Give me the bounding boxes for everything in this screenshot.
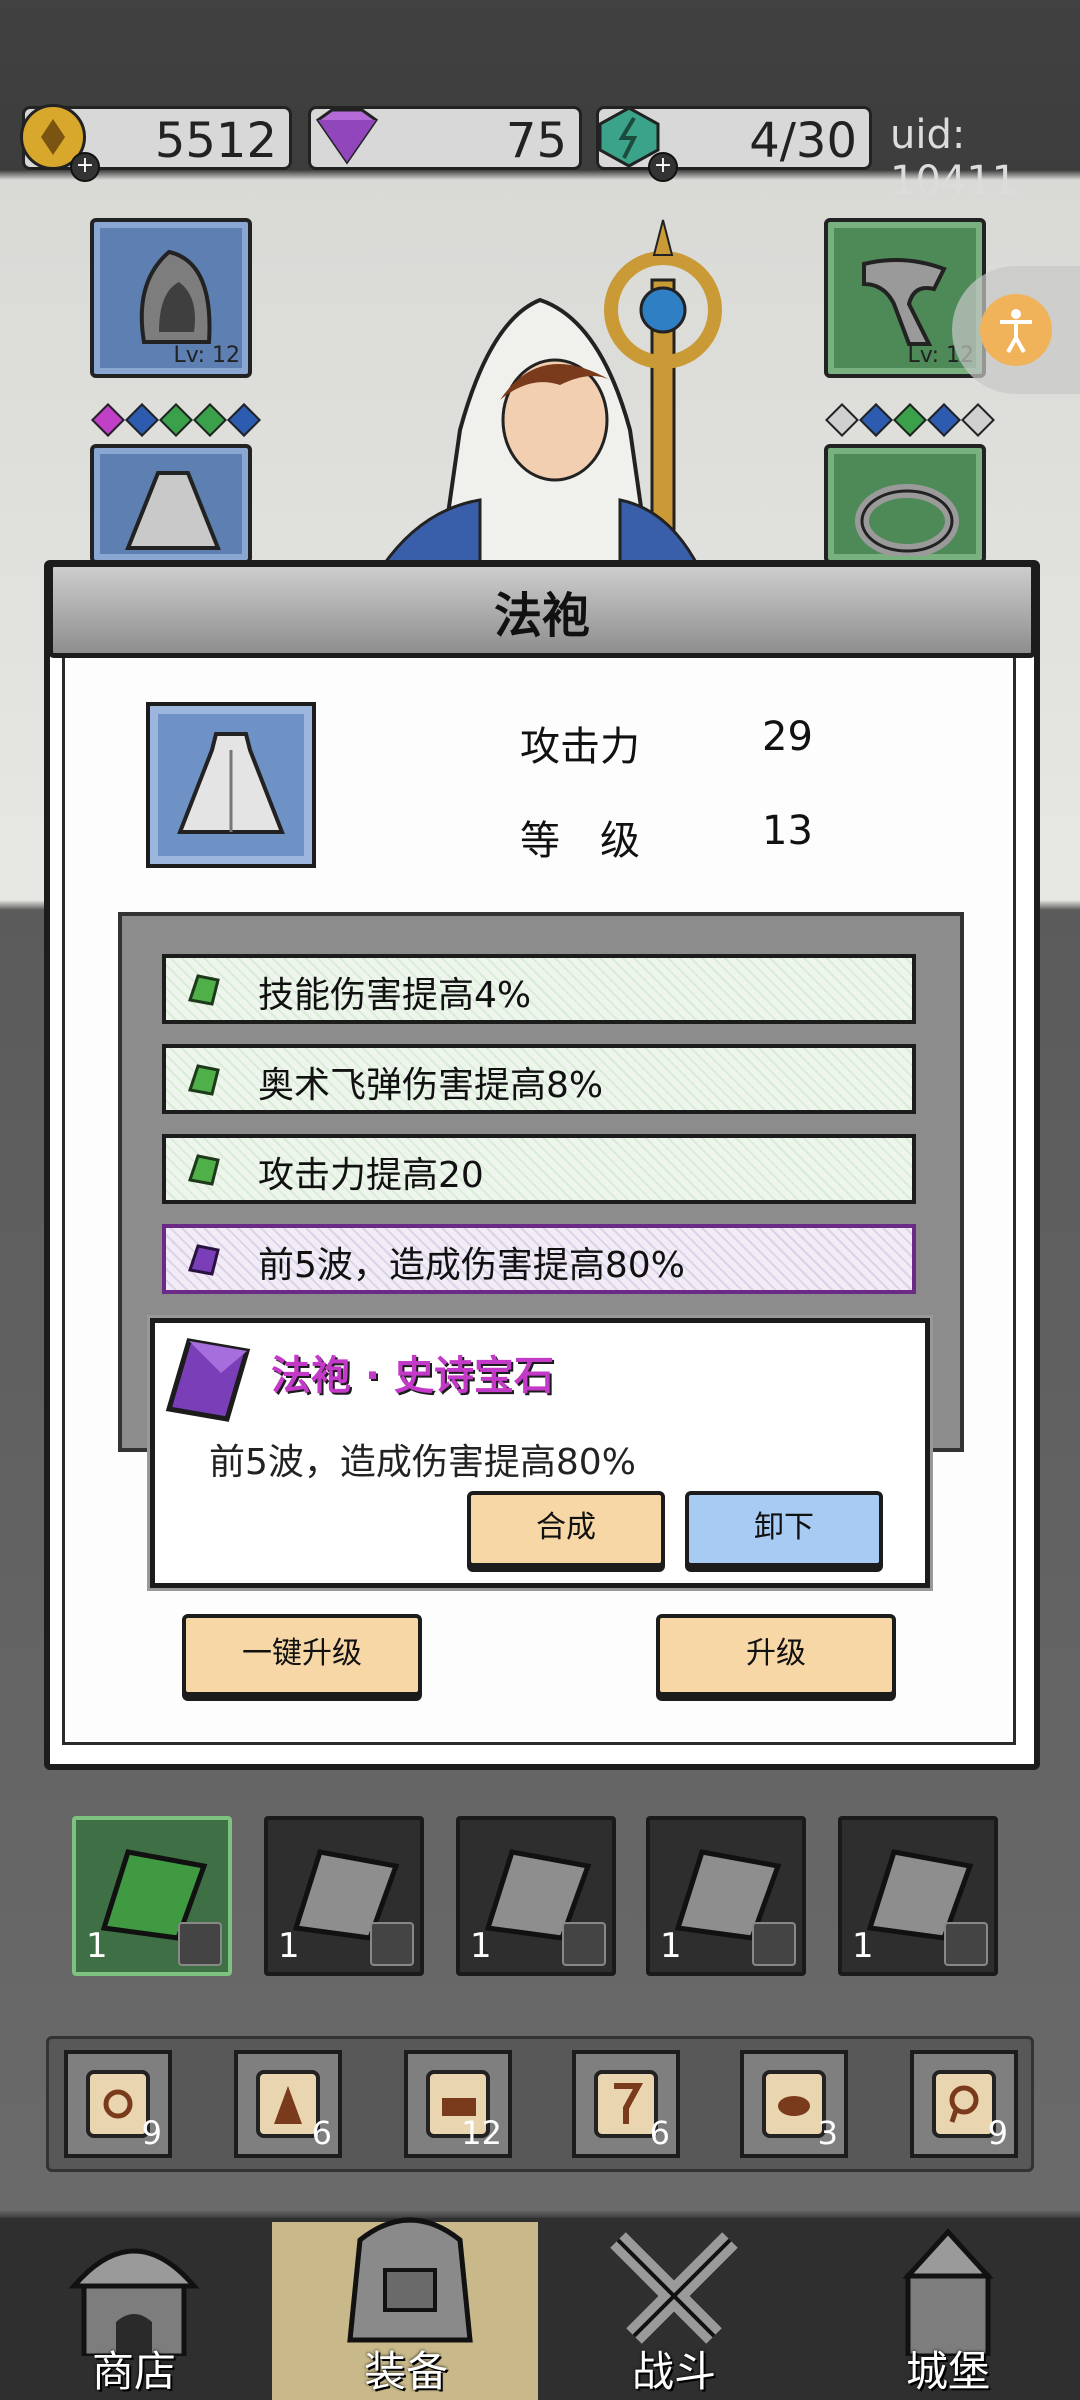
castle-icon: [902, 2228, 994, 2356]
nav-shop-label: 商店: [91, 2347, 176, 2396]
hood-type-icon: [370, 1922, 414, 1966]
gem-row[interactable]: 技能伤害提高4%: [162, 954, 916, 1024]
epic-gem-icon: [165, 1338, 251, 1422]
scroll-item[interactable]: 9: [910, 2050, 1018, 2158]
gem-tooltip: 法袍 · 史诗宝石 前5波，造成伤害提高80% 合成 卸下: [150, 1318, 930, 1588]
tooltip-title: 法袍 · 史诗宝石: [271, 1353, 555, 1399]
equip-level-label: Lv: 12: [173, 343, 240, 368]
hood-type-icon: [752, 1922, 796, 1966]
scroll-item[interactable]: 3: [740, 2050, 848, 2158]
shop-icon: [68, 2248, 200, 2356]
gem-socket-icon: [825, 403, 859, 437]
crossed-swords-icon: [610, 2232, 738, 2344]
green-gem-icon: [188, 1064, 220, 1096]
nav-battle-label: 战斗: [631, 2347, 716, 2396]
nav-equipment[interactable]: 装备: [316, 2200, 496, 2400]
robe-icon: [177, 732, 285, 834]
inventory-count: 1: [86, 1926, 108, 1966]
gem-effect-text: 攻击力提高20: [258, 1155, 484, 1196]
left-gem-sockets: [91, 403, 262, 437]
green-gem-icon: [188, 974, 220, 1006]
add-gold-plus-icon[interactable]: +: [70, 152, 100, 182]
combine-button[interactable]: 合成: [467, 1491, 665, 1567]
gem-effect-text: 技能伤害提高4%: [258, 975, 532, 1016]
ring-icon: [855, 484, 959, 556]
backpack-icon: [347, 2217, 473, 2343]
add-energy-plus-icon[interactable]: +: [648, 152, 678, 182]
scroll-count: 6: [311, 2114, 332, 2152]
scarf-icon: [862, 258, 947, 346]
accessibility-icon: [980, 294, 1052, 366]
scroll-count: 9: [141, 2114, 162, 2152]
gem-row-selected[interactable]: 前5波，造成伤害提高80%: [162, 1224, 916, 1294]
gem-socket-icon: [227, 403, 261, 437]
gem-socket-icon: [893, 403, 927, 437]
nav-shop[interactable]: 商店: [44, 2226, 224, 2400]
upgrade-all-button[interactable]: 一键升级: [182, 1614, 422, 1696]
nav-equipment-label: 装备: [363, 2347, 448, 2396]
hood-type-icon: [562, 1922, 606, 1966]
gem-effect-text: 奥术飞弹伤害提高8%: [258, 1065, 604, 1106]
hood-icon: [139, 249, 212, 344]
gem-socket-icon: [125, 403, 159, 437]
inventory-count: 1: [852, 1926, 874, 1966]
gem-socket-icon: [961, 403, 995, 437]
inventory-count: 1: [278, 1926, 300, 1966]
stat-level-label: 等 级: [520, 818, 640, 864]
scroll-count: 3: [817, 2114, 838, 2152]
uid-label: uid: 10411: [890, 112, 1018, 204]
scroll-count: 12: [461, 2114, 502, 2152]
accessibility-float-button[interactable]: [952, 266, 1080, 394]
inventory-slot[interactable]: 1: [72, 1816, 232, 1976]
equip-slot-robe[interactable]: [90, 444, 252, 564]
nav-castle[interactable]: 城堡: [858, 2226, 1038, 2400]
scroll-item[interactable]: 6: [572, 2050, 680, 2158]
inventory-count: 1: [470, 1926, 492, 1966]
inventory-slot[interactable]: 1: [264, 1816, 424, 1976]
scroll-count: 6: [649, 2114, 670, 2152]
upgrade-button[interactable]: 升级: [656, 1614, 896, 1696]
ring-type-icon: [178, 1922, 222, 1966]
nav-castle-label: 城堡: [905, 2347, 990, 2396]
inventory-count: 1: [660, 1926, 682, 1966]
gem-socket-icon: [159, 403, 193, 437]
inventory-slot[interactable]: 1: [646, 1816, 806, 1976]
tooltip-description: 前5波，造成伤害提高80%: [209, 1442, 636, 1483]
gem-socket-icon: [193, 403, 227, 437]
purple-gem-icon: [310, 106, 384, 166]
stat-attack-value: 29: [762, 714, 813, 760]
scroll-count: 9: [987, 2114, 1008, 2152]
nav-battle[interactable]: 战斗: [584, 2226, 764, 2400]
inventory-slot[interactable]: 1: [838, 1816, 998, 1976]
scroll-tray: [46, 2036, 1034, 2172]
scroll-item[interactable]: 6: [234, 2050, 342, 2158]
gem-socket-icon: [927, 403, 961, 437]
gold-value: 5512: [154, 113, 277, 169]
gem-row[interactable]: 奥术飞弹伤害提高8%: [162, 1044, 916, 1114]
robe-icon: [125, 471, 221, 550]
gem-row[interactable]: 攻击力提高20: [162, 1134, 916, 1204]
dialog-title: 法袍: [493, 588, 590, 644]
equip-slot-hood[interactable]: Lv: 12: [90, 218, 252, 378]
purple-gem-icon: [188, 1244, 220, 1276]
gem-value: 75: [505, 113, 567, 169]
robe-type-icon: [944, 1922, 988, 1966]
hero-character: [377, 210, 760, 572]
stat-attack-label: 攻击力: [520, 724, 640, 770]
inventory-slot[interactable]: 1: [456, 1816, 616, 1976]
item-preview: [146, 702, 316, 868]
stat-level-value: 13: [762, 808, 813, 854]
green-gem-icon: [188, 1154, 220, 1186]
gem-socket-icon: [91, 403, 125, 437]
gem-effect-text: 前5波，造成伤害提高80%: [258, 1245, 685, 1286]
scroll-item[interactable]: 12: [404, 2050, 512, 2158]
unequip-button[interactable]: 卸下: [685, 1491, 883, 1567]
equip-slot-ring[interactable]: [824, 444, 986, 564]
gem-socket-icon: [859, 403, 893, 437]
energy-value: 4/30: [749, 113, 857, 169]
scroll-item[interactable]: 9: [64, 2050, 172, 2158]
right-gem-sockets: [825, 403, 996, 437]
